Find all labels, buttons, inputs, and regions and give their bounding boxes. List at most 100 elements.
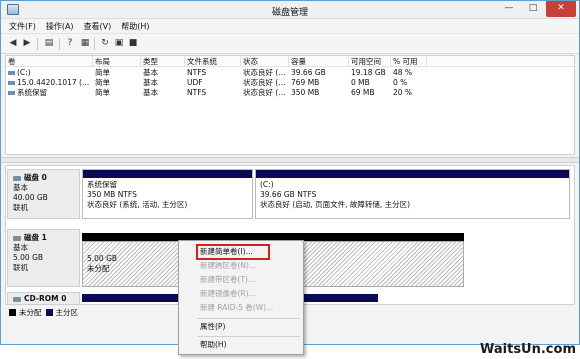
volume-icon — [8, 91, 15, 95]
type-cell: 基本 — [143, 78, 158, 87]
column-free-space[interactable]: 可用空间 — [349, 56, 391, 66]
free-space-cell: 69 MB — [351, 88, 375, 97]
disk-1-label[interactable]: 磁盘 1 基本 5.00 GB 联机 — [7, 229, 80, 287]
column-type[interactable]: 类型 — [141, 56, 185, 66]
column-status[interactable]: 状态 — [241, 56, 289, 66]
export-icon[interactable]: ▣ — [113, 37, 125, 49]
layout-cell: 简单 — [95, 88, 110, 97]
table-row[interactable]: 15.0.4420.1017 (... 简单 基本 UDF 状态良好 (... … — [6, 77, 574, 87]
disk-type: 基本 — [13, 183, 28, 192]
percent-free-cell: 48 % — [393, 68, 413, 77]
column-file-system[interactable]: 文件系统 — [185, 56, 241, 66]
file-system-cell: NTFS — [187, 88, 207, 97]
watermark: WaitsUn.com — [480, 342, 576, 357]
disk-size: 5.00 GB — [13, 253, 44, 262]
partition-c[interactable]: (C:) 39.66 GB NTFS 状态良好 (启动, 页面文件, 故障转储,… — [255, 169, 570, 219]
partition-status: 状态良好 (系统, 活动, 主分区) — [87, 200, 188, 209]
partition-size: 350 MB NTFS — [87, 190, 137, 199]
show-hide-console-tree-icon[interactable]: ▤ — [43, 37, 55, 49]
menu-help[interactable]: 帮助(H) — [179, 339, 303, 351]
column-capacity[interactable]: 容量 — [289, 56, 349, 66]
free-space-cell: 19.18 GB — [351, 68, 386, 77]
menu-new-raid5-volume: 新建 RAID-5 卷(W)... — [200, 303, 274, 312]
layout-cell: 简单 — [95, 68, 110, 77]
volume-list: 卷 布局 类型 文件系统 状态 容量 可用空间 % 可用 (C:) 简单 基本 … — [5, 55, 575, 155]
legend-unallocated: 未分配 — [5, 307, 42, 318]
percent-free-cell: 20 % — [393, 88, 413, 97]
settings-icon[interactable]: ■ — [127, 37, 139, 49]
back-arrow-icon[interactable]: ◀ — [7, 37, 19, 49]
menu-help[interactable]: 帮助(H) — [117, 19, 155, 33]
table-row[interactable]: 系统保留 简单 基本 NTFS 状态良好 (... 350 MB 69 MB 2… — [6, 87, 574, 97]
partition-bar — [256, 170, 569, 178]
menu-bar: 文件(F) 操作(A) 查看(V) 帮助(H) — [1, 19, 579, 34]
status-cell: 状态良好 (... — [243, 78, 286, 87]
disk-name: 磁盘 1 — [24, 233, 47, 242]
unallocated-swatch — [9, 309, 16, 316]
percent-free-cell: 0 % — [393, 78, 408, 87]
disk-0-label[interactable]: 磁盘 0 基本 40.00 GB 联机 — [7, 169, 80, 219]
volume-name: 15.0.4420.1017 (... — [17, 78, 90, 87]
volume-list-header: 卷 布局 类型 文件系统 状态 容量 可用空间 % 可用 — [6, 56, 574, 67]
legend-label: 未分配 — [19, 308, 42, 317]
column-percent-free[interactable]: % 可用 — [391, 56, 427, 66]
toolbar-separator — [59, 38, 60, 50]
pane-splitter[interactable] — [1, 157, 579, 163]
cdrom-icon — [13, 296, 21, 302]
volume-name: 系统保留 — [17, 88, 47, 97]
disk-size: 40.00 GB — [13, 193, 48, 202]
partition-name: 系统保留 — [87, 180, 117, 189]
forward-arrow-icon[interactable]: ▶ — [21, 37, 33, 49]
partition-bar — [83, 170, 252, 178]
primary-swatch — [45, 309, 53, 316]
close-button[interactable]: ✕ — [546, 1, 576, 17]
menu-separator — [197, 318, 300, 319]
menu-separator — [197, 336, 300, 337]
menu-new-simple-volume[interactable]: 新建简单卷(I)... — [179, 246, 303, 258]
toolbar-separator — [37, 38, 38, 50]
minimize-button[interactable]: — — [497, 1, 521, 17]
refresh-icon[interactable]: ↻ — [99, 37, 111, 49]
volume-cell: 15.0.4420.1017 (... — [6, 77, 93, 87]
status-cell: 状态良好 (... — [243, 88, 286, 97]
maximize-button[interactable]: □ — [521, 1, 545, 17]
partition-system-reserved[interactable]: 系统保留 350 MB NTFS 状态良好 (系统, 活动, 主分区) — [82, 169, 253, 219]
menu-file[interactable]: 文件(F) — [5, 19, 42, 33]
disk-icon — [13, 235, 21, 241]
title-bar[interactable]: 磁盘管理 — □ ✕ — [1, 1, 579, 19]
column-volume[interactable]: 卷 — [6, 56, 93, 66]
disk-status: 联机 — [13, 263, 28, 272]
legend-primary: 主分区 — [42, 307, 79, 318]
menu-new-spanned-volume: 新建跨区卷(N)... — [200, 261, 257, 270]
disk-name: 磁盘 0 — [24, 173, 47, 182]
toolbar-separator — [94, 38, 95, 50]
volume-cell: (C:) — [6, 67, 93, 77]
file-system-cell: UDF — [187, 78, 203, 87]
column-layout[interactable]: 布局 — [93, 56, 141, 66]
volume-name: (C:) — [17, 68, 31, 77]
disk-icon — [13, 175, 21, 181]
menu-properties[interactable]: 属性(P) — [179, 321, 303, 333]
menu-new-mirrored-volume: 新建镜像卷(R)... — [200, 289, 256, 298]
partition-name: (C:) — [260, 180, 274, 189]
context-menu: 新建简单卷(I)... 新建跨区卷(N)... 新建带区卷(T)... 新建镜像… — [178, 240, 304, 355]
menu-view[interactable]: 查看(V) — [80, 19, 118, 33]
type-cell: 基本 — [143, 68, 158, 77]
free-space-cell: 0 MB — [351, 78, 370, 87]
volume-icon — [8, 71, 15, 75]
properties-icon[interactable]: ▦ — [79, 37, 91, 49]
dvd-icon — [8, 81, 15, 85]
layout-cell: 简单 — [95, 78, 110, 87]
menu-action[interactable]: 操作(A) — [42, 19, 80, 33]
volume-cell: 系统保留 — [6, 87, 93, 97]
status-cell: 状态良好 (... — [243, 68, 286, 77]
table-row[interactable]: (C:) 简单 基本 NTFS 状态良好 (... 39.66 GB 19.18… — [6, 67, 574, 77]
menu-new-striped-volume: 新建带区卷(T)... — [200, 275, 256, 284]
legend-label: 主分区 — [55, 308, 79, 317]
capacity-cell: 769 MB — [291, 78, 320, 87]
capacity-cell: 39.66 GB — [291, 68, 326, 77]
cdrom-0-label[interactable]: CD-ROM 0 — [7, 292, 80, 304]
toolbar: ◀ ▶ ▤ ? ▦ ↻ ▣ ■ — [1, 34, 579, 54]
capacity-cell: 350 MB — [291, 88, 320, 97]
help-icon[interactable]: ? — [64, 37, 76, 49]
